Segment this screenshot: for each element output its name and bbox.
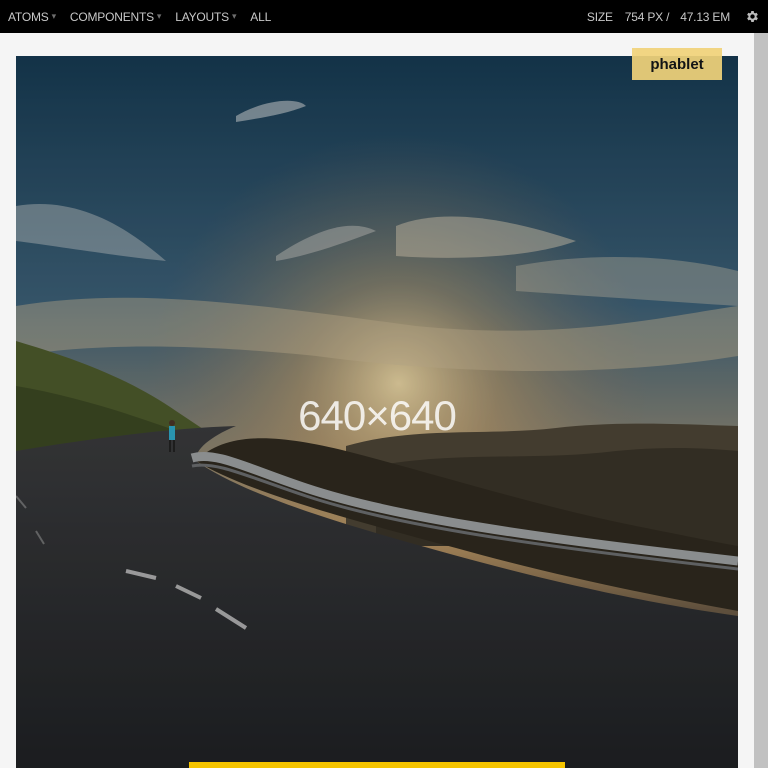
nav-atoms-label: ATOMS bbox=[8, 9, 49, 24]
nav-layouts[interactable]: LAYOUTS ▾ bbox=[175, 10, 236, 24]
image-placeholder-label: 640×640 bbox=[298, 392, 457, 439]
gear-icon[interactable] bbox=[745, 9, 760, 24]
nav-components-label: COMPONENTS bbox=[69, 9, 154, 24]
size-label: SIZE bbox=[586, 9, 613, 24]
size-px-value[interactable]: 754 PX / bbox=[625, 10, 670, 24]
nav-all[interactable]: ALL bbox=[250, 10, 271, 24]
nav-all-label: ALL bbox=[250, 9, 272, 24]
nav-components[interactable]: COMPONENTS ▾ bbox=[69, 9, 162, 24]
accent-bar bbox=[189, 762, 565, 768]
size-em-value[interactable]: 47.13 EM bbox=[680, 10, 730, 24]
pattern-lab-toolbar: ATOMS ▾ COMPONENTS ▾ LAYOUTS ▾ ALL SIZE … bbox=[0, 0, 768, 33]
viewport-size-readout: SIZE 754 PX / 47.13 EM bbox=[587, 0, 730, 33]
hero-image: 640×640 bbox=[16, 56, 738, 768]
scrollbar[interactable] bbox=[754, 33, 768, 768]
main-nav: ATOMS ▾ COMPONENTS ▾ LAYOUTS ▾ ALL bbox=[8, 0, 271, 33]
chevron-down-icon: ▾ bbox=[231, 11, 237, 21]
nav-atoms[interactable]: ATOMS ▾ bbox=[8, 10, 56, 24]
chevron-down-icon: ▾ bbox=[51, 11, 57, 21]
chevron-down-icon: ▾ bbox=[156, 11, 162, 21]
breakpoint-badge: phablet bbox=[632, 48, 722, 80]
nav-layouts-label: LAYOUTS bbox=[175, 9, 229, 24]
